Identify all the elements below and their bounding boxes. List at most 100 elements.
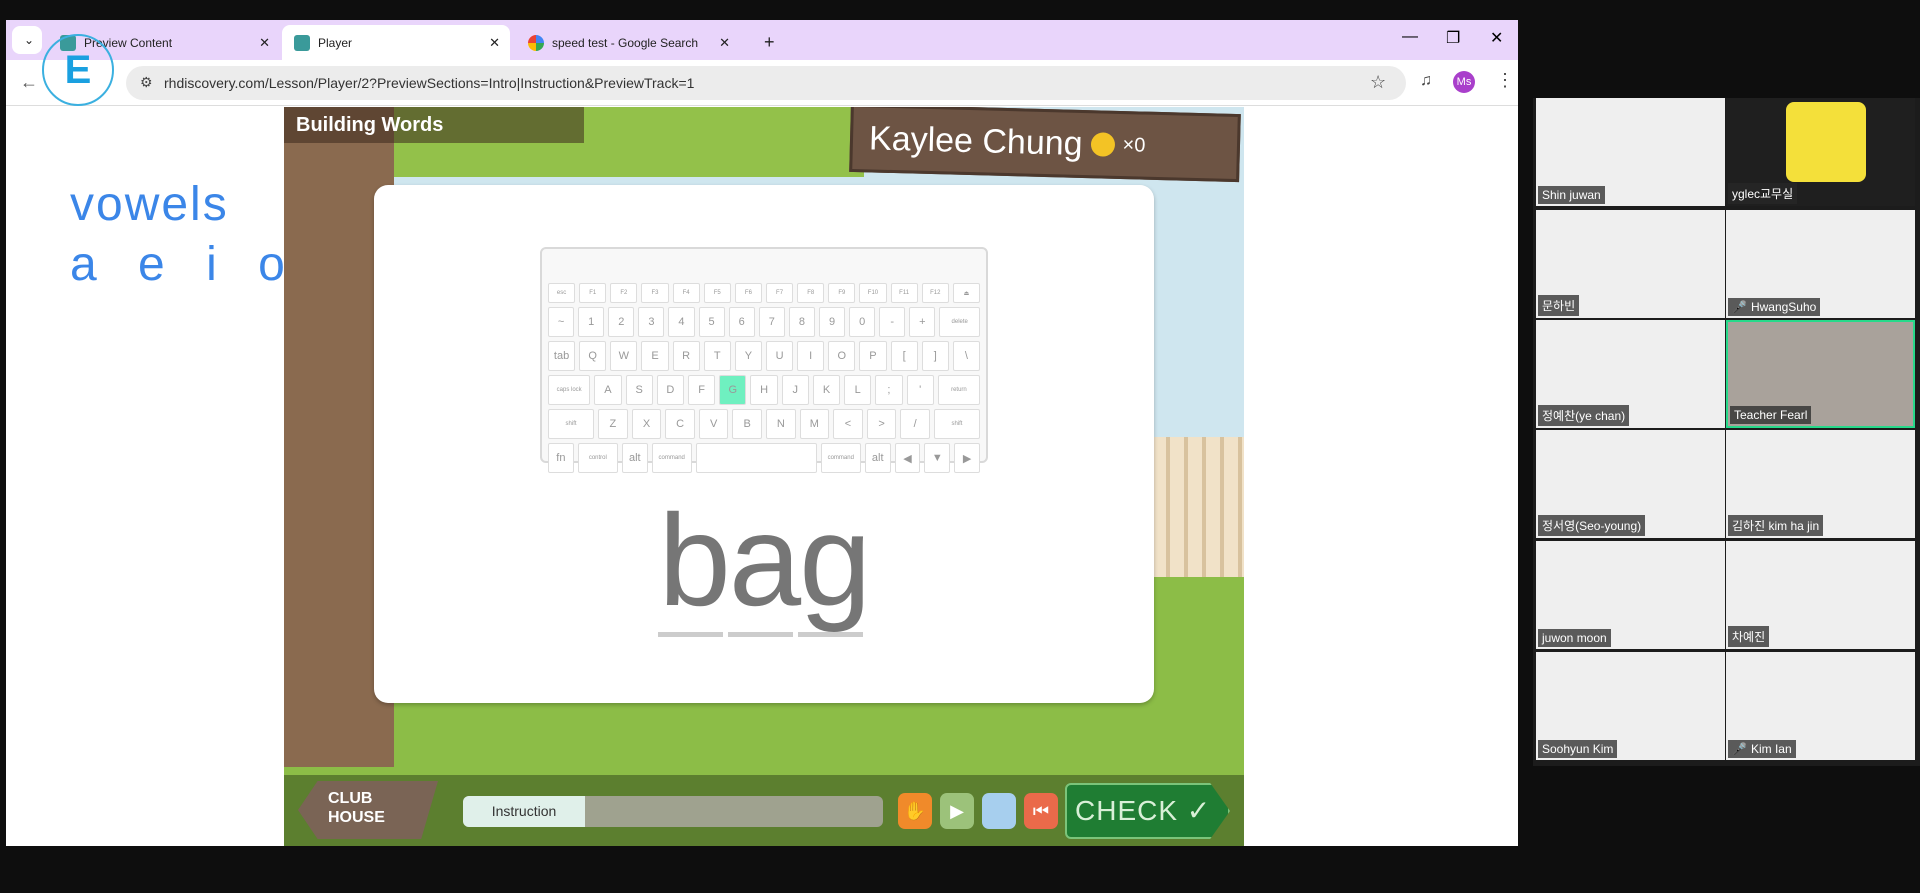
- close-window-icon[interactable]: ✕: [1490, 28, 1503, 48]
- key: Z: [598, 409, 628, 439]
- key: 9: [818, 307, 846, 337]
- keyboard-diagram: esc F1 F2 F3 F4 F5 F6 F7 F8 F9 F10 F11 F12 ⏏ ~1 2 3 4 5 6 7 8…: [540, 247, 988, 473]
- overlay-logo: E: [42, 34, 114, 106]
- participant-name: 🎤 HwangSuho: [1728, 298, 1821, 316]
- key: command: [651, 443, 692, 473]
- play-button[interactable]: ▶: [940, 793, 974, 829]
- key: 6: [728, 307, 755, 337]
- letter-blank: [798, 632, 863, 637]
- key: Q: [579, 341, 607, 371]
- participant-tile[interactable]: 정서영(Seo-young): [1536, 430, 1725, 538]
- key: F12: [921, 283, 949, 303]
- participant-tile[interactable]: yglec교무실: [1726, 98, 1915, 206]
- key: S: [625, 375, 653, 405]
- key: N: [766, 409, 796, 439]
- key: [: [890, 341, 918, 371]
- help-button[interactable]: ✋: [898, 793, 932, 829]
- participant-tile[interactable]: 문하빈: [1536, 210, 1725, 318]
- key: F: [688, 375, 716, 405]
- participant-tile[interactable]: Soohyun Kim: [1536, 652, 1725, 760]
- key: B: [732, 409, 763, 439]
- key: U: [765, 341, 794, 371]
- participant-name: 차예진: [1728, 626, 1770, 647]
- key: D: [656, 375, 684, 405]
- participant-name-text: 문하빈: [1542, 299, 1576, 313]
- student-name: Kaylee Chung: [868, 118, 1084, 163]
- participant-name: Shin juwan: [1538, 186, 1605, 204]
- key: 4: [668, 307, 695, 337]
- address-bar-row: ← E rhdiscovery.com/Lesson/Player/2?Prev…: [6, 34, 1518, 106]
- participant-tile[interactable]: Teacher Fearl: [1726, 320, 1915, 428]
- key: 2: [608, 307, 635, 337]
- keyboard-row: caps lock A S D F G H J K L; ' return: [548, 375, 981, 405]
- key: F10: [859, 283, 887, 303]
- club-label: CLUB: [328, 790, 373, 807]
- key: ~: [548, 307, 575, 337]
- key: alt: [621, 443, 648, 473]
- minimize-icon[interactable]: —: [1402, 28, 1418, 46]
- progress-bar: Instruction: [463, 796, 883, 827]
- letter-blank: [658, 632, 723, 637]
- key: ': [906, 375, 934, 405]
- keyboard-row: ~1 2 3 4 5 6 7 8 9 0- + delete: [548, 307, 980, 337]
- tab-player[interactable]: Player ✕: [282, 25, 510, 60]
- tab-speed-test[interactable]: speed test - Google Search ✕: [516, 25, 740, 60]
- key: V: [698, 409, 729, 439]
- participant-tile[interactable]: 차예진: [1726, 541, 1915, 649]
- key: 1: [578, 307, 605, 337]
- key: fn: [548, 443, 574, 473]
- key: L: [844, 375, 872, 405]
- menu-icon[interactable]: ⋮: [1496, 70, 1514, 91]
- close-tab-icon[interactable]: ✕: [259, 35, 270, 51]
- coin-count: ×0: [1122, 133, 1146, 157]
- participant-name: 정예찬(ye chan): [1538, 405, 1630, 426]
- key: ]: [921, 341, 949, 371]
- participant-tile[interactable]: 🎤 HwangSuho: [1726, 210, 1915, 318]
- site-settings-icon[interactable]: ⚙: [140, 74, 153, 91]
- participant-name-text: 정서영(Seo-young): [1542, 519, 1642, 533]
- avatar: [1786, 102, 1866, 182]
- key: H: [750, 375, 778, 405]
- key: R: [672, 341, 700, 371]
- participant-name-text: 차예진: [1732, 630, 1766, 644]
- tab-label: speed test - Google Search: [552, 35, 699, 50]
- key: ⏏: [952, 283, 980, 303]
- club-house-button[interactable]: CLUB HOUSE: [298, 781, 438, 839]
- tab-search-button[interactable]: ⌄: [12, 26, 42, 54]
- check-button[interactable]: CHECK ✓: [1065, 783, 1230, 839]
- key: ▶: [954, 443, 980, 473]
- page-content: vowels a e i o u Building Words Kaylee C…: [6, 107, 1518, 846]
- keyboard-row: shift Z X C V B N M < > / shift: [548, 409, 981, 439]
- rewind-button[interactable]: ⏮: [1024, 793, 1058, 829]
- participant-tile[interactable]: 정예찬(ye chan): [1536, 320, 1725, 428]
- media-control-icon[interactable]: ♫: [1420, 72, 1432, 90]
- new-tab-button[interactable]: +: [752, 25, 787, 60]
- participant-name-text: Kim Ian: [1750, 742, 1792, 756]
- house-label: HOUSE: [328, 809, 385, 826]
- participant-tile[interactable]: 🎤 Kim Ian: [1726, 652, 1915, 760]
- participant-name: yglec교무실: [1728, 183, 1798, 204]
- key: F9: [828, 283, 856, 303]
- tab-bar: ⌄ Preview Content ✕ Player ✕ speed test - …: [6, 20, 1518, 60]
- participant-tile[interactable]: juwon moon: [1536, 541, 1725, 649]
- back-icon[interactable]: ←: [20, 72, 38, 93]
- participant-tile[interactable]: Shin juwan: [1536, 98, 1725, 206]
- blank-button[interactable]: [982, 793, 1016, 829]
- url-input[interactable]: rhdiscovery.com/Lesson/Player/2?PreviewS…: [126, 66, 1406, 100]
- muted-mic-icon: 🎤: [1732, 300, 1747, 314]
- restore-icon[interactable]: ❐: [1446, 28, 1460, 48]
- profile-avatar[interactable]: Ms: [1453, 71, 1475, 93]
- key: F11: [890, 283, 918, 303]
- keyboard-row: esc F1 F2 F3 F4 F5 F6 F7 F8 F9 F10 F11 F12 ⏏: [548, 283, 980, 303]
- close-tab-icon[interactable]: ✕: [719, 35, 730, 51]
- close-tab-icon[interactable]: ✕: [489, 35, 500, 51]
- key: J: [781, 375, 809, 405]
- coin-icon: [1090, 132, 1115, 157]
- bookmark-star-icon[interactable]: ☆: [1370, 72, 1386, 93]
- participant-name-text: juwon moon: [1542, 631, 1607, 645]
- key: \: [952, 341, 980, 371]
- participant-name-text: HwangSuho: [1750, 300, 1817, 314]
- participant-tile[interactable]: 김하진 kim ha jin: [1726, 430, 1915, 538]
- key: alt: [864, 443, 891, 473]
- key: F1: [579, 283, 607, 303]
